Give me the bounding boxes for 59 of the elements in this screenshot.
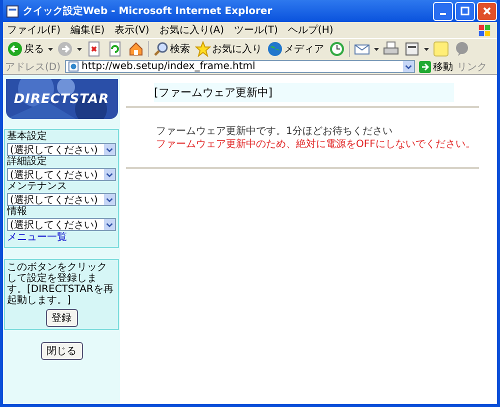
minimize-icon	[440, 13, 446, 15]
maximize-icon	[460, 6, 470, 16]
star-icon	[195, 41, 211, 57]
chevron-down-icon	[104, 169, 115, 180]
page-icon	[6, 4, 19, 18]
chevron-down-icon[interactable]	[403, 61, 414, 72]
media-button[interactable]: メディア	[266, 41, 325, 57]
section-label: メンテナンス	[7, 181, 68, 193]
status-message: ファームウェア更新中です。1分ほどお待ちください	[156, 125, 394, 138]
go-arrow-icon	[419, 60, 431, 72]
page-heading: [ファームウェア更新中]	[154, 83, 454, 102]
chevron-down-icon	[104, 219, 115, 230]
windows-logo-icon	[478, 24, 491, 36]
select-field[interactable]: (選択してください)	[7, 218, 116, 231]
menu-item[interactable]: ツール(T)	[234, 23, 278, 37]
logo: DIRECTSTAR	[6, 79, 118, 119]
minimize-button[interactable]	[433, 2, 453, 20]
menu-item[interactable]: 編集(E)	[70, 23, 105, 37]
dropdown-arrow-icon[interactable]	[48, 48, 53, 50]
menu-item[interactable]: お気に入り(A)	[159, 23, 224, 37]
dropdown-arrow-icon[interactable]	[424, 48, 429, 50]
close-icon	[482, 6, 492, 16]
page-icon	[68, 61, 79, 72]
home-button[interactable]	[127, 41, 145, 57]
menu-item[interactable]: ファイル(F)	[7, 23, 61, 37]
status-message: ファームウェア更新中のため、絶対に電源をOFFにしないでください。	[156, 138, 476, 151]
favorites-button[interactable]: お気に入り	[194, 41, 263, 57]
register-note: このボタンをクリックして設定を登録します。[DIRECTSTARを再起動します。]	[7, 262, 114, 306]
menu-item[interactable]: ヘルプ(H)	[288, 23, 334, 37]
speech-bubble-icon	[454, 41, 470, 57]
maximize-button[interactable]	[455, 2, 475, 20]
print-button[interactable]	[382, 41, 400, 57]
document-icon	[404, 41, 420, 57]
edit-button[interactable]	[403, 41, 421, 57]
menu-list-link[interactable]: メニュー一覧	[7, 231, 116, 245]
globe-icon	[267, 41, 283, 57]
note-icon	[433, 41, 449, 57]
close-page-button[interactable]: 閉じる	[40, 342, 82, 360]
chevron-down-icon	[104, 144, 115, 155]
address-label: アドレス(D)	[5, 60, 61, 74]
address-field[interactable]: http://web.setup/index_frame.html	[64, 60, 415, 73]
window-title: クイック設定Web - Microsoft Internet Explorer	[23, 4, 274, 18]
back-button[interactable]: 戻る	[6, 41, 45, 57]
go-button[interactable]: 移動	[419, 60, 453, 74]
search-icon	[153, 41, 169, 57]
section-label: 情報	[7, 206, 28, 218]
chevron-down-icon	[104, 194, 115, 205]
select-field[interactable]: (選択してください)	[7, 168, 116, 181]
dropdown-arrow-icon[interactable]	[77, 48, 82, 50]
menu-item[interactable]: 表示(V)	[114, 23, 150, 37]
close-button[interactable]	[477, 2, 497, 20]
register-button[interactable]: 登録	[46, 309, 78, 327]
section-label: 詳細設定	[7, 156, 48, 168]
select-field[interactable]: (選択してください)	[7, 193, 116, 206]
select-field[interactable]: (選択してください)	[7, 143, 116, 156]
search-button[interactable]: 検索	[152, 41, 191, 57]
section-label: 基本設定	[7, 131, 48, 143]
history-button[interactable]	[328, 41, 346, 57]
dropdown-arrow-icon[interactable]	[374, 48, 379, 50]
